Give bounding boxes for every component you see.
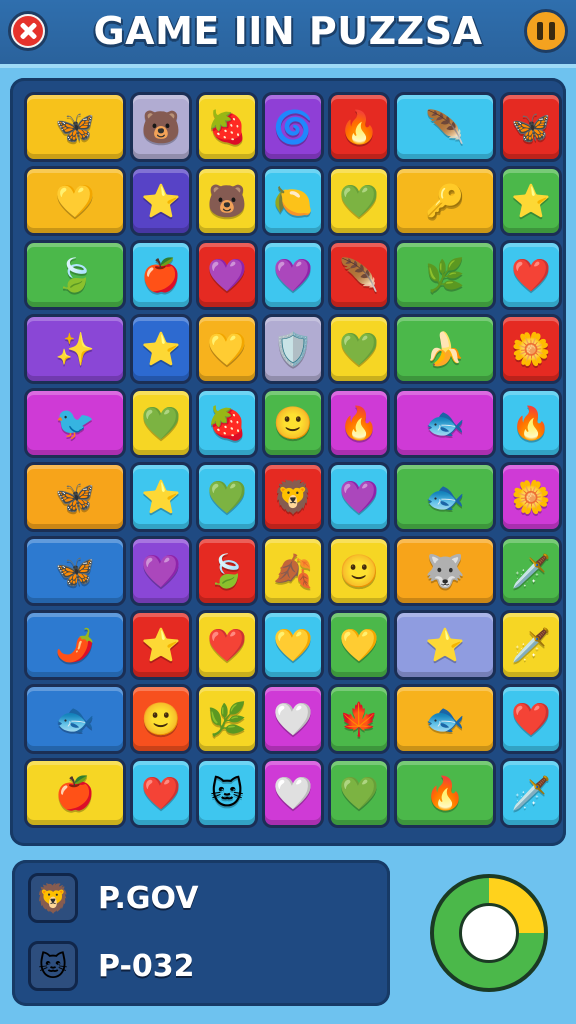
pause-button[interactable] (524, 9, 568, 53)
game-tile[interactable]: 💜 (328, 462, 390, 532)
game-tile[interactable]: 🙂 (130, 684, 192, 754)
top-bar: GAME IIN PUZZSA (0, 0, 576, 64)
game-tile[interactable]: 🌀 (262, 92, 324, 162)
game-tile[interactable]: 🦋 (500, 92, 562, 162)
game-tile[interactable]: 🐟 (394, 388, 496, 458)
game-tile[interactable]: 🍁 (328, 684, 390, 754)
game-tile[interactable]: ⭐ (130, 462, 192, 532)
timer-ring-icon[interactable] (430, 874, 548, 992)
game-tile[interactable]: 🗡️ (500, 758, 562, 828)
game-tile[interactable]: ⭐ (394, 610, 496, 680)
game-tile[interactable]: 💚 (196, 462, 258, 532)
game-tile[interactable]: 💚 (328, 166, 390, 236)
game-tile[interactable]: 🪶 (394, 92, 496, 162)
game-tile[interactable]: 🦁 (262, 462, 324, 532)
game-tile[interactable]: 🔑 (394, 166, 496, 236)
game-tile[interactable]: 🙂 (328, 536, 390, 606)
player-name: P-032 (98, 948, 195, 984)
game-tile[interactable]: 🐺 (394, 536, 496, 606)
game-tile[interactable]: 🦋 (24, 92, 126, 162)
game-tile[interactable]: 🍂 (262, 536, 324, 606)
lion-avatar-icon: 🦁 (28, 873, 78, 923)
game-tile[interactable]: 🍃 (24, 240, 126, 310)
game-tile[interactable]: ⭐ (500, 166, 562, 236)
game-tile[interactable]: 🌼 (500, 462, 562, 532)
game-tile[interactable]: ⭐ (130, 314, 192, 384)
game-tile[interactable]: ❤️ (196, 610, 258, 680)
game-tile[interactable]: 🗡️ (500, 536, 562, 606)
game-tile[interactable]: 💛 (262, 610, 324, 680)
game-tile[interactable]: 🍃 (196, 536, 258, 606)
game-tile[interactable]: 💜 (196, 240, 258, 310)
game-tile[interactable]: ❤️ (500, 240, 562, 310)
game-tile[interactable]: 💛 (196, 314, 258, 384)
game-tile[interactable]: 🍋 (262, 166, 324, 236)
cat-avatar-icon: 🐱 (28, 941, 78, 991)
game-tile[interactable]: 🐟 (394, 462, 496, 532)
game-tile[interactable]: 🛡️ (262, 314, 324, 384)
game-tile[interactable]: 💜 (130, 536, 192, 606)
game-tile[interactable]: 🐟 (394, 684, 496, 754)
game-tile[interactable]: 🗡️ (500, 610, 562, 680)
game-tile[interactable]: 🐟 (24, 684, 126, 754)
game-tile[interactable]: 💚 (328, 758, 390, 828)
game-tile[interactable]: 🌿 (394, 240, 496, 310)
game-tile[interactable]: 🐱 (196, 758, 258, 828)
game-tile[interactable]: 💛 (328, 610, 390, 680)
game-tile[interactable]: 🔥 (328, 388, 390, 458)
game-tile[interactable]: 💛 (24, 166, 126, 236)
game-tile[interactable]: 🍓 (196, 388, 258, 458)
game-tile[interactable]: 🍌 (394, 314, 496, 384)
game-tile[interactable]: 🪶 (328, 240, 390, 310)
game-tile[interactable]: 🙂 (262, 388, 324, 458)
game-tile[interactable]: 🌼 (500, 314, 562, 384)
game-tile[interactable]: ✨ (24, 314, 126, 384)
pause-icon (537, 22, 543, 40)
game-tile[interactable]: 🐻 (196, 166, 258, 236)
game-tile[interactable]: 🐻 (130, 92, 192, 162)
game-tile[interactable]: 🍎 (130, 240, 192, 310)
game-title: GAME IIN PUZZSA (93, 9, 483, 53)
game-board: 🦋 🐻 🍓 🌀 🔥 🪶 🦋 💛 ⭐ 🐻 🍋 💚 🔑 ⭐ 🍃 🍎 💜 💜 🪶 🌿 ❤️ ✨ ⭐ 💛 🛡️ 💚 🍌 🌼 🐦 💚 🍓 🙂 🔥 🐟 🔥 🦋 ⭐ 💚… (10, 78, 566, 846)
game-tile[interactable]: ⭐ (130, 610, 192, 680)
players-panel: 🦁 P.GOV 🐱 P-032 (12, 860, 390, 1006)
game-tile[interactable]: 🤍 (262, 684, 324, 754)
player-row: 🐱 P-032 (28, 938, 388, 994)
game-tile[interactable]: 🍎 (24, 758, 126, 828)
game-tile[interactable]: 🦋 (24, 536, 126, 606)
game-tile[interactable]: 💜 (262, 240, 324, 310)
game-tile[interactable]: 🔥 (500, 388, 562, 458)
close-button[interactable] (8, 11, 48, 51)
game-tile[interactable]: 🦋 (24, 462, 126, 532)
game-tile[interactable]: 💚 (130, 388, 192, 458)
game-tile[interactable]: 🌶️ (24, 610, 126, 680)
game-tile[interactable]: 🔥 (328, 92, 390, 162)
game-tile[interactable]: ❤️ (500, 684, 562, 754)
game-tile[interactable]: 🐦 (24, 388, 126, 458)
game-tile[interactable]: 💚 (328, 314, 390, 384)
timer-ring-center (459, 903, 519, 963)
game-tile[interactable]: 🔥 (394, 758, 496, 828)
player-row: 🦁 P.GOV (28, 870, 388, 926)
game-tile[interactable]: 🤍 (262, 758, 324, 828)
close-icon (13, 16, 43, 46)
game-tile[interactable]: 🌿 (196, 684, 258, 754)
game-tile[interactable]: ❤️ (130, 758, 192, 828)
player-name: P.GOV (98, 880, 199, 916)
game-tile[interactable]: ⭐ (130, 166, 192, 236)
game-tile[interactable]: 🍓 (196, 92, 258, 162)
